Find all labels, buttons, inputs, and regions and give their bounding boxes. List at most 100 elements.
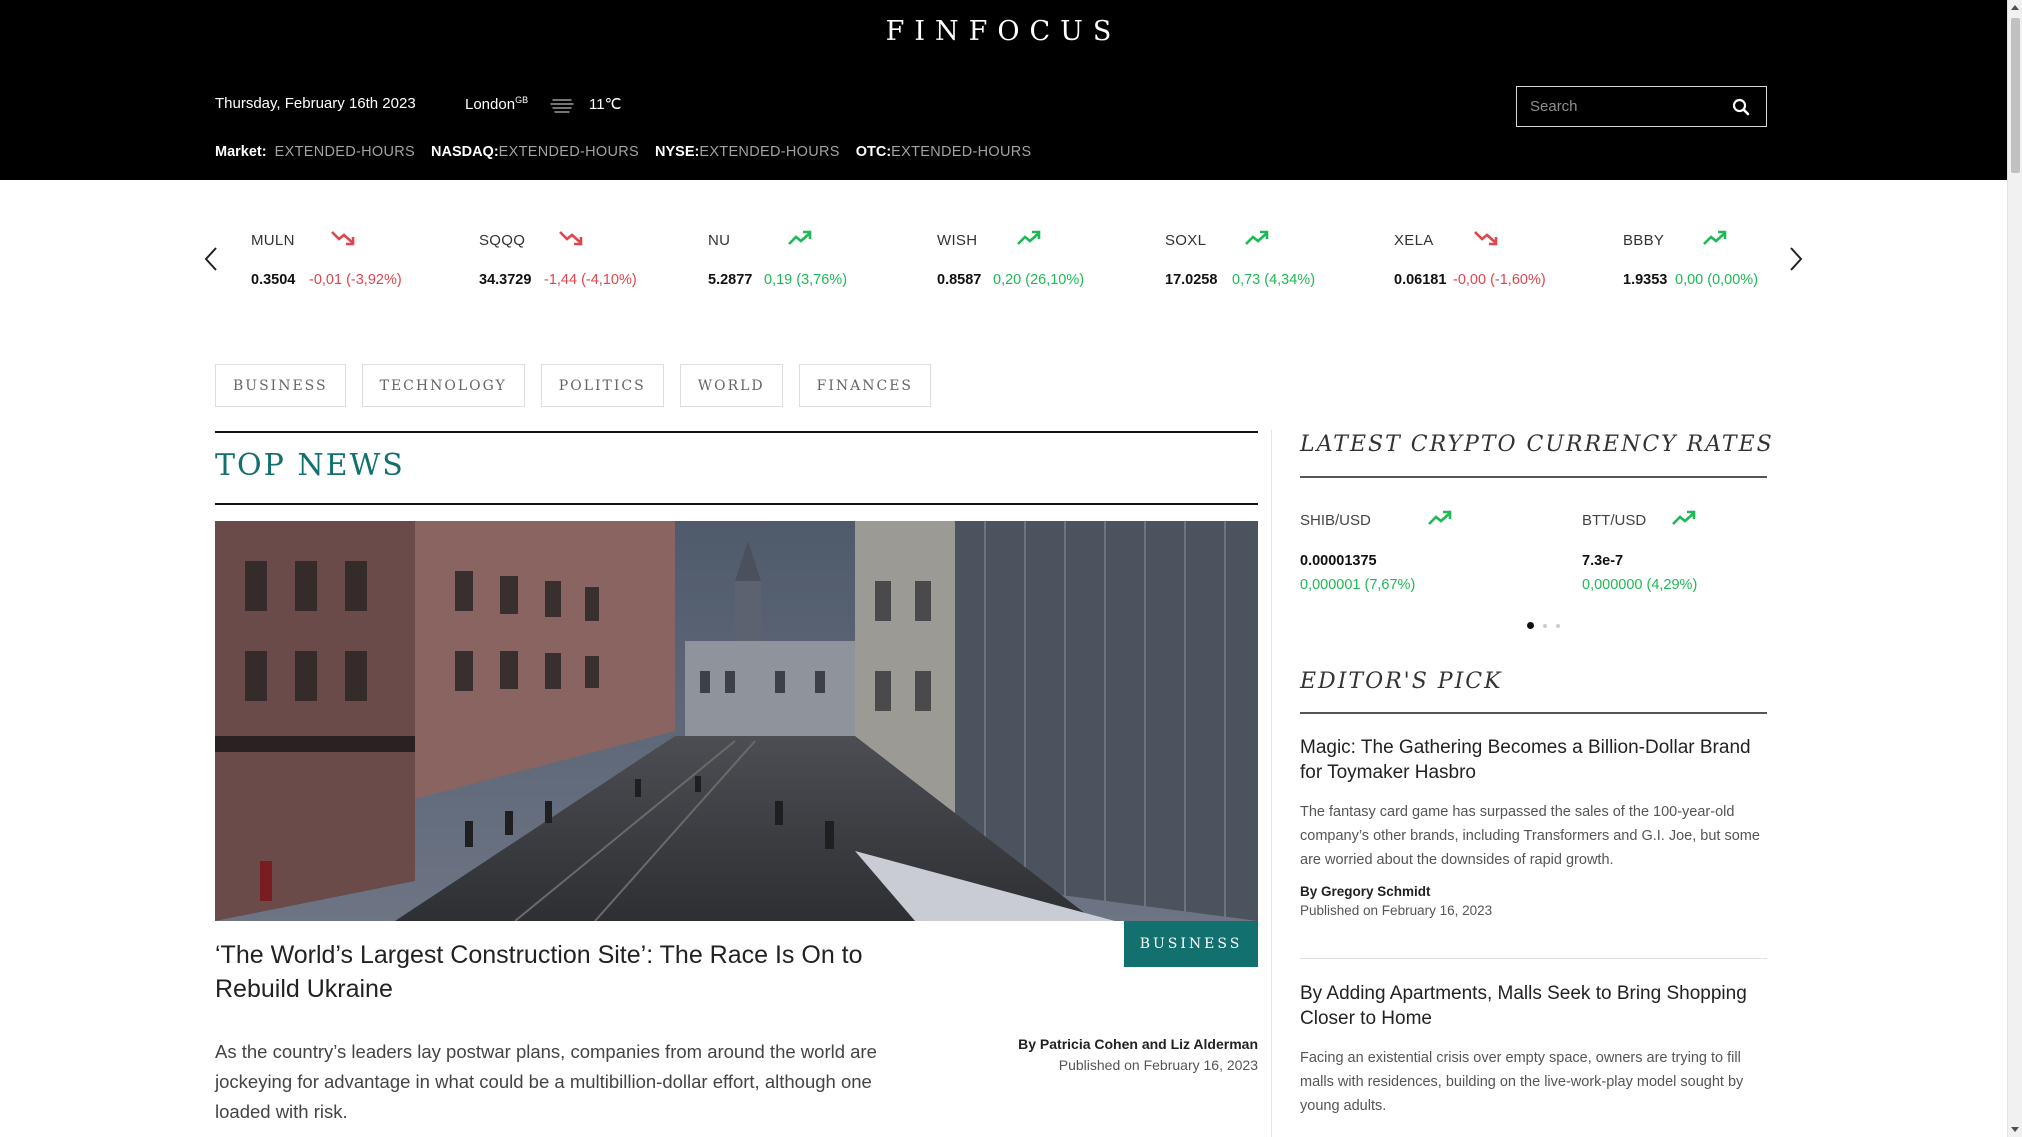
nyse-label: NYSE: [655,144,700,160]
pick-description: Facing an existential crisis over empty … [1300,1050,1744,1114]
otc-state: EXTENDED-HOURS [891,144,1032,160]
market-state: EXTENDED-HOURS [274,144,415,160]
trend-up-icon [1703,230,1727,245]
ticker-item[interactable]: BBBY 1.9353 0,00 (0,00%) [1623,228,1848,298]
pick-separator [1300,958,1767,959]
pick-description: The fantasy card game has surpassed the … [1300,804,1760,868]
nyse-status-item: NYSE:EXTENDED-HOURS [655,144,840,160]
page-scrollbar[interactable] [2007,0,2022,1137]
ticker-price: 34.3729 [479,272,532,288]
trend-up-icon [788,230,812,245]
nasdaq-label: NASDAQ: [431,144,499,160]
ticker-change: 0,20 (26,10%) [993,272,1085,288]
ticker-price: 5.2877 [708,272,753,288]
ticker-symbol: XELA [1394,232,1434,249]
ticker-change: 0,19 (3,76%) [764,272,848,288]
ticker-change: 0,73 (4,34%) [1232,272,1316,288]
pagination-dot-1[interactable] [1527,622,1534,629]
crypto-pair: BTT/USD [1582,512,1647,529]
pick-title[interactable]: Magic: The Gathering Becomes a Billion-D… [1300,735,1767,785]
article-author: By Patricia Cohen and Liz Alderman [1018,1036,1258,1052]
trend-up-icon [1245,230,1269,245]
weather-city: LondonGB [465,95,528,113]
category-tab-business[interactable]: BUSINESS [215,364,346,407]
hero-street-illustration [215,521,1258,921]
nasdaq-state: EXTENDED-HOURS [498,144,640,160]
category-tab-technology[interactable]: TECHNOLOGY [361,364,525,407]
editors-pick-article: By Adding Apartments, Malls Seek to Brin… [1300,981,1767,1118]
ticker-item[interactable]: WISH 0.8587 0,20 (26,10%) [937,228,1162,298]
ticker-change: -1,44 (-4,10%) [544,272,637,288]
top-news-byline: By Patricia Cohen and Liz Alderman Publi… [1018,1036,1258,1073]
search-input[interactable] [1530,98,1729,115]
pick-published: Published on February 16, 2023 [1300,903,1493,918]
market-label: Market: [215,144,267,160]
ticker-price: 17.0258 [1165,272,1218,288]
scroll-up-icon[interactable] [2011,5,2019,10]
column-divider [1271,430,1272,1137]
editors-pick-article: Magic: The Gathering Becomes a Billion-D… [1300,735,1767,918]
crypto-title: LATEST CRYPTO CURRENCY RATES [1300,432,1774,457]
ticker-change: -0,00 (-1,60%) [1453,272,1546,288]
ticker-prev-icon[interactable] [200,244,224,274]
article-published: Published on February 16, 2023 [1058,1057,1258,1073]
search-icon[interactable] [1729,95,1753,119]
scroll-thumb[interactable] [2011,18,2020,173]
trend-down-icon [331,231,355,246]
ticker-item[interactable]: XELA 0.06181 -0,00 (-1,60%) [1394,228,1619,298]
top-news-rule-top [215,431,1258,433]
crypto-change: 0,000001 (7,67%) [1300,577,1416,593]
category-tab-politics[interactable]: POLITICS [540,364,664,407]
temperature: 11℃ [589,96,622,113]
category-badge[interactable]: BUSINESS [1124,921,1258,967]
category-tab-world[interactable]: WORLD [679,364,783,407]
trend-up-icon [1672,510,1696,525]
search-box [1516,86,1767,127]
editors-pick-title: EDITOR'S PICK [1300,669,1503,694]
hero-image[interactable] [215,521,1258,921]
top-news-title: TOP NEWS [215,448,405,483]
otc-status-item: OTC:EXTENDED-HOURS [856,144,1032,160]
crypto-pagination [1527,622,1560,629]
market-status-item: Market: EXTENDED-HOURS [215,144,415,160]
crypto-price: 7.3e-7 [1582,553,1624,569]
current-date: Thursday, February 16th 2023 [215,95,416,112]
top-news-headline[interactable]: ‘The World’s Largest Construction Site’:… [215,938,935,1006]
category-nav: BUSINESS TECHNOLOGY POLITICS WORLD FINANCES [215,364,932,407]
site-logo[interactable]: FINFOCUS [0,16,2007,47]
pagination-dot-3[interactable] [1556,623,1560,628]
crypto-rule [1300,476,1767,478]
ticker-item[interactable]: SQQQ 34.3729 -1,44 (-4,10%) [479,228,704,298]
top-news-rule-bottom [215,503,1258,505]
scroll-down-icon[interactable] [2011,1127,2019,1132]
ticker-item[interactable]: NU 5.2877 0,19 (3,76%) [708,228,933,298]
category-tab-finances[interactable]: FINANCES [798,364,932,407]
ticker-symbol: SQQQ [479,232,526,249]
ticker-symbol: WISH [937,232,978,249]
ticker-price: 0.3504 [251,272,296,288]
trend-up-icon [1428,510,1452,525]
fog-icon [550,99,574,113]
trend-down-icon [1474,231,1498,246]
trend-up-icon [1017,230,1041,245]
crypto-change: 0,000000 (4,29%) [1582,577,1698,593]
ticker-item[interactable]: MULN 0.3504 -0,01 (-3,92%) [251,228,476,298]
ticker-price: 1.9353 [1623,272,1668,288]
crypto-pair: SHIB/USD [1300,512,1371,529]
city-name: London [465,96,516,113]
market-status: Market: EXTENDED-HOURS NASDAQ:EXTENDED-H… [215,144,1048,160]
ticker-price: 0.8587 [937,272,982,288]
ticker-item[interactable]: SOXL 17.0258 0,73 (4,34%) [1165,228,1390,298]
pick-title[interactable]: By Adding Apartments, Malls Seek to Brin… [1300,981,1767,1031]
ticker-change: -0,01 (-3,92%) [309,272,402,288]
pagination-dot-2[interactable] [1543,623,1547,628]
top-news-summary: As the country’s leaders lay postwar pla… [215,1041,877,1122]
ticker-symbol: SOXL [1165,232,1207,249]
crypto-price: 0.00001375 [1300,553,1377,569]
ticker-symbol: NU [708,232,731,249]
ticker-symbol: MULN [251,232,295,249]
nasdaq-status-item: NASDAQ:EXTENDED-HOURS [431,144,639,160]
pick-author: By Gregory Schmidt [1300,884,1431,899]
ticker-symbol: BBBY [1623,232,1665,249]
site-header: FINFOCUS Thursday, February 16th 2023 Lo… [0,0,2007,180]
